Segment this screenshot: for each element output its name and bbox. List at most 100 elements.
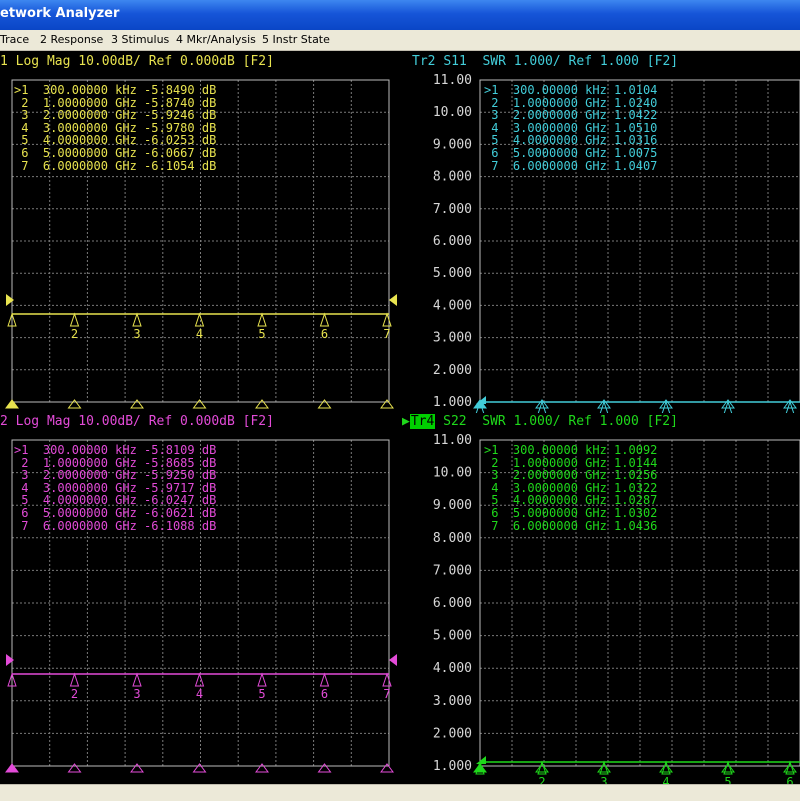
marker-2: 2: [69, 312, 80, 341]
reference-arrow-right: [389, 654, 397, 666]
y-tick-label: 4.000: [433, 298, 472, 313]
y-tick-label: 9.000: [433, 137, 472, 152]
y-tick-label: 8.000: [433, 170, 472, 185]
menu-mkr-analysis[interactable]: 4 Mkr/Analysis: [176, 33, 256, 46]
y-tick-label: 3.000: [433, 331, 472, 346]
marker-ruler-arrow: [783, 763, 797, 773]
marker-readout-row: 7 6.0000000 GHz 1.0407: [484, 158, 658, 173]
svg-text:7: 7: [383, 687, 390, 701]
svg-text:6: 6: [786, 775, 793, 784]
marker-ruler-arrow: [317, 399, 332, 409]
y-tick-label: 3.000: [433, 694, 472, 709]
marker-3: 3: [132, 312, 142, 341]
marker-ruler-arrow: [67, 763, 82, 773]
marker-readout-row: >1 300.00000 kHz 1.0092: [484, 443, 658, 457]
marker-ruler-arrow: [255, 763, 269, 773]
trace-window-4[interactable]: ▶Tr4 S22 SWR 1.000/ Ref 1.000 [F2] 11.00…: [400, 412, 800, 784]
marker-readout-row: 3 2.0000000 GHz 1.0422: [484, 108, 658, 123]
window-title: etwork Analyzer: [0, 6, 120, 21]
menu-bar: Trace 2 Response 3 Stimulus 4 Mkr/Analys…: [0, 30, 800, 51]
marker-readout-row: 7 6.0000000 GHz 1.0436: [484, 518, 658, 533]
y-tick-label: 10.00: [433, 466, 472, 481]
y-tick-label: 8.000: [433, 531, 472, 546]
marker-ruler-arrow: [5, 399, 19, 409]
trace-window-1[interactable]: 1 Log Mag 10.00dB/ Ref 0.000dB [F2] 2345…: [0, 52, 401, 413]
menu-stimulus[interactable]: 3 Stimulus: [111, 33, 169, 46]
y-tick-label: 5.000: [433, 629, 472, 644]
svg-text:3: 3: [600, 775, 607, 784]
svg-text:3: 3: [133, 327, 140, 341]
marker-3: 3: [599, 760, 609, 784]
marker-5: 5: [257, 312, 267, 341]
title-bar: etwork Analyzer: [0, 0, 800, 31]
svg-text:4: 4: [196, 687, 203, 701]
status-strip: [0, 784, 800, 801]
y-tick-label: 2.000: [433, 363, 472, 378]
marker-readout-row: 7 6.0000000 GHz -6.1088 dB: [14, 518, 217, 533]
marker-readout-row: 3 2.0000000 GHz -5.9250 dB: [14, 468, 217, 483]
y-tick-label: 9.000: [433, 498, 472, 513]
y-tick-label: 11.00: [433, 73, 472, 88]
marker-5: 5: [257, 672, 267, 701]
y-tick-label: 1.000: [433, 395, 472, 410]
reference-arrow-left: [6, 294, 14, 306]
reference-arrow-left: [476, 756, 486, 764]
menu-instr-state[interactable]: 5 Instr State: [262, 33, 330, 46]
marker-readout-list: >1 300.00000 kHz 1.0092 2 1.0000000 GHz …: [484, 444, 657, 532]
reference-arrow-right: [389, 294, 397, 306]
svg-text:2: 2: [71, 687, 78, 701]
y-tick-label: 1.000: [433, 759, 472, 774]
marker-4: 4: [194, 312, 205, 341]
marker-6: 6: [319, 312, 330, 341]
svg-text:6: 6: [321, 687, 328, 701]
marker-ruler-arrow: [535, 763, 549, 773]
svg-text:7: 7: [383, 327, 390, 341]
marker-readout-row: 7 6.0000000 GHz -6.1054 dB: [14, 158, 217, 173]
marker-readout-row: 6 5.0000000 GHz 1.0075: [484, 145, 658, 160]
svg-text:5: 5: [258, 687, 265, 701]
marker-7: 7: [382, 312, 392, 341]
marker-readout-row: 6 5.0000000 GHz -6.0667 dB: [14, 145, 217, 160]
svg-text:4: 4: [662, 775, 669, 784]
trace-window-3[interactable]: 2 Log Mag 10.00dB/ Ref 0.000dB [F2] 2345…: [0, 412, 401, 784]
marker-readout-row: 3 2.0000000 GHz 1.0256: [484, 468, 658, 483]
marker-ruler-arrow: [317, 763, 332, 773]
marker-4: 4: [661, 760, 671, 784]
marker-ruler-arrow: [473, 763, 487, 773]
y-tick-label: 5.000: [433, 266, 472, 281]
marker-5: 5: [723, 760, 733, 784]
marker-ruler-arrow: [659, 763, 673, 773]
y-tick-label: 10.00: [433, 105, 472, 120]
svg-text:5: 5: [724, 775, 731, 784]
marker-ruler-arrow: [721, 763, 735, 773]
svg-text:4: 4: [196, 327, 203, 341]
svg-text:2: 2: [71, 327, 78, 341]
marker-7: 7: [382, 672, 392, 701]
marker-ruler-arrow: [130, 399, 144, 409]
marker-4: 4: [194, 672, 205, 701]
marker-readout-list: >1 300.00000 kHz 1.0104 2 1.0000000 GHz …: [484, 84, 657, 172]
marker-ruler-arrow: [192, 763, 207, 773]
svg-text:2: 2: [538, 775, 545, 784]
marker-2: 2: [69, 672, 80, 701]
marker-readout-row: 6 5.0000000 GHz -6.0621 dB: [14, 505, 217, 520]
y-tick-label: 7.000: [433, 202, 472, 217]
marker-ruler-arrow: [5, 763, 19, 773]
y-tick-label: 7.000: [433, 563, 472, 578]
svg-text:6: 6: [321, 327, 328, 341]
marker-readout-row: >1 300.00000 kHz -5.8109 dB: [14, 443, 217, 457]
marker-6: 6: [319, 672, 330, 701]
marker-readout-list: >1 300.00000 kHz -5.8109 dB 2 1.0000000 …: [14, 444, 216, 532]
marker-readout-row: >1 300.00000 kHz 1.0104: [484, 83, 658, 97]
marker-ruler-arrow: [255, 399, 269, 409]
menu-trace[interactable]: Trace: [0, 33, 29, 46]
reference-arrow-left: [6, 654, 14, 666]
svg-text:5: 5: [258, 327, 265, 341]
y-tick-label: 2.000: [433, 726, 472, 741]
y-tick-label: 6.000: [433, 596, 472, 611]
trace-window-2[interactable]: Tr2 S11 SWR 1.000/ Ref 1.000 [F2] 11.00 1…: [408, 52, 800, 413]
marker-readout-row: 3 2.0000000 GHz -5.9246 dB: [14, 108, 217, 123]
menu-response[interactable]: 2 Response: [40, 33, 103, 46]
marker-6: 6: [785, 760, 795, 784]
svg-text:3: 3: [133, 687, 140, 701]
